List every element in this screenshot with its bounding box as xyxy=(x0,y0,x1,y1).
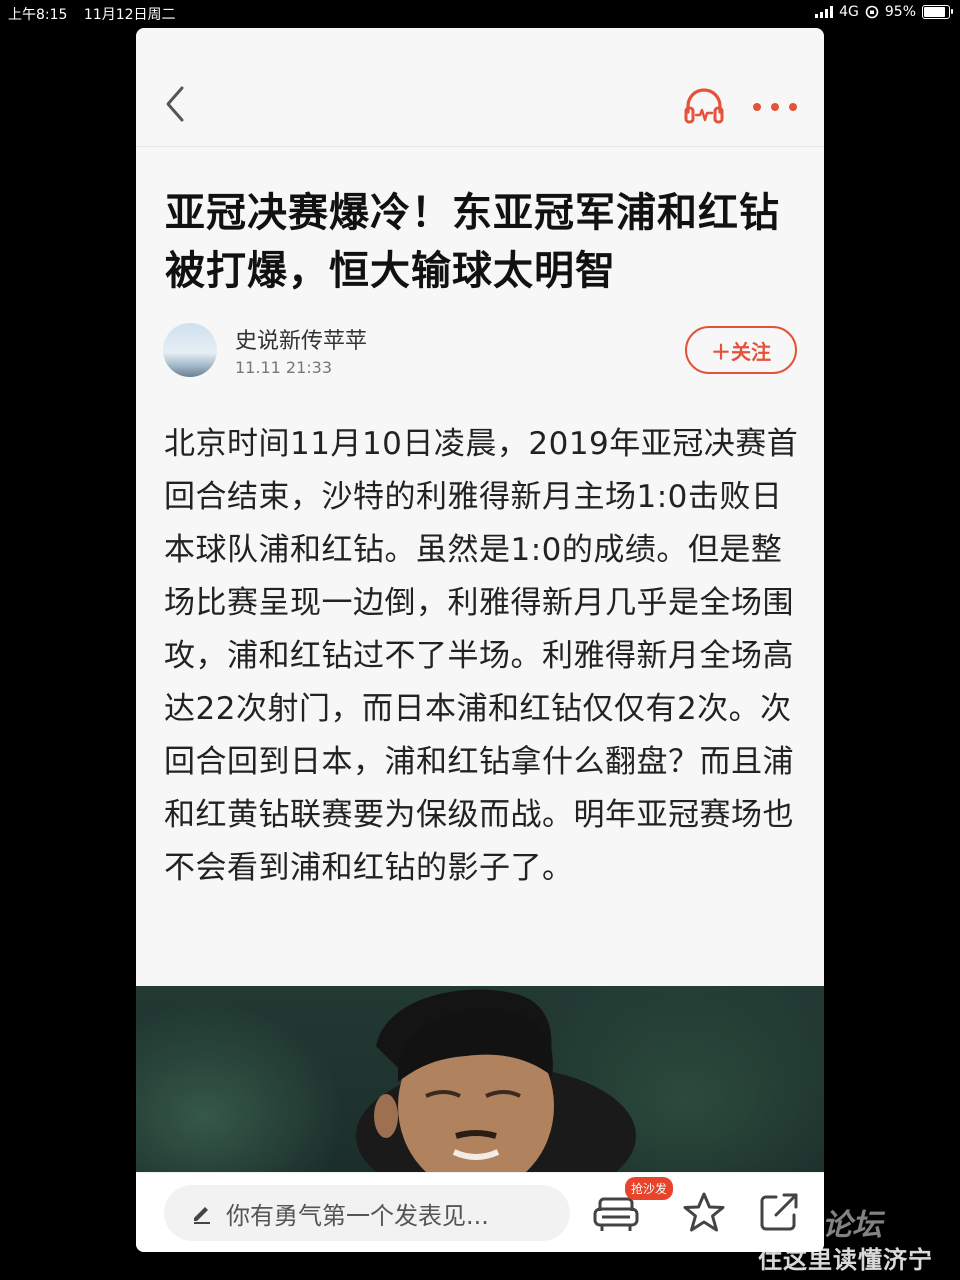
top-nav-bar xyxy=(136,28,824,147)
follow-button[interactable]: ＋关注 xyxy=(685,326,797,374)
network-label: 4G xyxy=(839,4,859,20)
watermark-logo: 论坛 xyxy=(822,1208,882,1243)
chevron-left-icon xyxy=(166,86,184,122)
status-date: 11月12日周二 xyxy=(83,7,176,23)
listen-button[interactable] xyxy=(682,84,726,128)
watermark-slogan: 住这里读懂济宁 xyxy=(758,1246,933,1274)
battery-fill xyxy=(924,7,945,17)
comment-placeholder: 你有勇气第一个发表见... xyxy=(226,1201,489,1230)
more-dots-icon xyxy=(753,103,797,111)
battery-icon xyxy=(922,5,953,19)
player-photo xyxy=(356,989,636,1172)
author-name[interactable]: 史说新传苹苹 xyxy=(235,323,367,355)
bottom-action-bar: 你有勇气第一个发表见... 抢沙发 xyxy=(136,1172,824,1252)
publish-time: 11.11 21:33 xyxy=(235,358,332,377)
pencil-icon xyxy=(194,1207,210,1224)
battery-label: 95% xyxy=(884,4,916,20)
author-avatar[interactable] xyxy=(163,323,217,377)
article-title: 亚冠决赛爆冷！东亚冠军浦和红钻被打爆，恒大输球太明智 xyxy=(165,190,780,294)
orientation-lock-icon xyxy=(865,5,879,19)
status-right: 4G 95% xyxy=(815,4,953,20)
back-button[interactable] xyxy=(156,84,196,124)
headphones-icon xyxy=(684,88,724,124)
comment-input[interactable]: 你有勇气第一个发表见... xyxy=(164,1185,570,1241)
article-photo[interactable] xyxy=(136,986,824,1172)
status-time: 上午8:15 xyxy=(8,7,68,23)
sofa-badge: 抢沙发 xyxy=(625,1177,674,1200)
more-button[interactable] xyxy=(750,92,800,122)
site-watermark: 论坛 住这里读懂济宁 xyxy=(752,1196,958,1278)
sofa-icon xyxy=(593,1197,639,1231)
article-view: 亚冠决赛爆冷！东亚冠军浦和红钻被打爆，恒大输球太明智 史说新传苹苹 11.11 … xyxy=(136,28,824,1252)
article-body: 北京时间11月10日凌晨，2019年亚冠决赛首回合结束，沙特的利雅得新月主场1:… xyxy=(164,426,799,886)
status-left: 上午8:15 11月12日周二 xyxy=(8,4,188,24)
status-bar: 上午8:15 11月12日周二 4G 95% xyxy=(0,0,960,26)
favorite-button[interactable] xyxy=(682,1191,726,1235)
signal-icon xyxy=(815,6,834,18)
star-icon xyxy=(683,1192,725,1232)
